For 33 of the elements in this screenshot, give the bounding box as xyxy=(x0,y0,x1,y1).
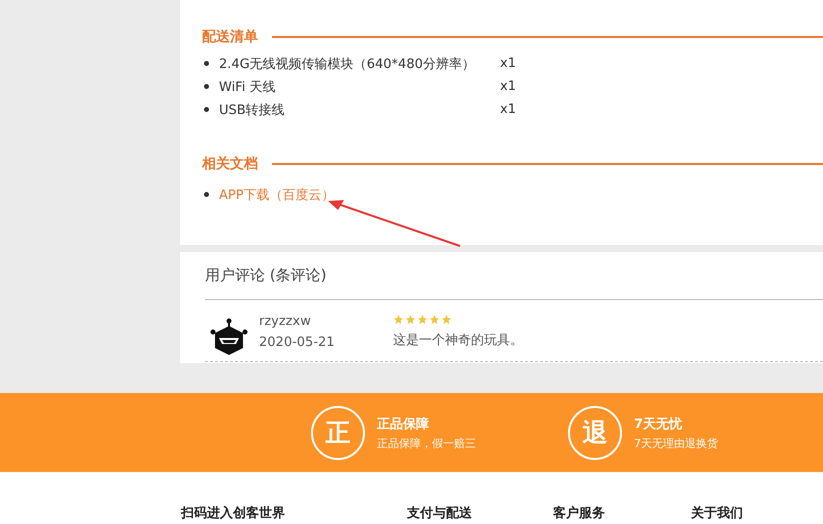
bullet-icon xyxy=(204,84,209,89)
bullet-icon xyxy=(204,107,209,112)
guarantee-subtitle: 7天无理由退换货 xyxy=(634,436,718,450)
bullet-icon xyxy=(204,192,209,197)
review-comment: 这是一个神奇的玩具。 xyxy=(393,332,523,349)
section-heading: 相关文档 xyxy=(202,155,258,173)
star-icon xyxy=(393,314,404,325)
guarantee-title: 7天无忧 xyxy=(634,416,684,432)
review-user: rzyzzxw xyxy=(259,314,312,329)
item-name: USB转接线 xyxy=(219,102,286,118)
badge-icon: 退 xyxy=(568,406,622,460)
star-icon xyxy=(429,314,440,325)
section-heading: 配送清单 xyxy=(202,28,258,46)
reviews-title: 用户评论 (条评论) xyxy=(205,266,823,300)
guarantee-subtitle: 正品保障，假一赔三 xyxy=(377,436,476,450)
footer-heading: 支付与配送 xyxy=(407,505,472,522)
bullet-icon xyxy=(204,61,209,66)
star-icon xyxy=(441,314,452,325)
guarantee-title: 正品保障 xyxy=(377,416,430,432)
star-icon xyxy=(405,314,416,325)
item-quantity: x1 xyxy=(500,102,516,117)
download-link[interactable]: APP下载（百度云） xyxy=(219,186,335,204)
item-name: 2.4G无线视频传输模块（640*480分辨率） xyxy=(219,56,476,72)
footer-heading: 客户服务 xyxy=(553,504,605,522)
footer-heading: 扫码进入创客世界 xyxy=(181,504,285,522)
item-quantity: x1 xyxy=(500,56,516,71)
robot-avatar-icon xyxy=(210,318,248,356)
badge-icon: 正 xyxy=(311,406,365,460)
star-icon xyxy=(417,314,428,325)
footer-heading: 关于我们 xyxy=(691,504,743,522)
review-date: 2020-05-21 xyxy=(259,335,336,350)
item-name: WiFi 天线 xyxy=(219,78,276,96)
item-quantity: x1 xyxy=(500,79,516,94)
